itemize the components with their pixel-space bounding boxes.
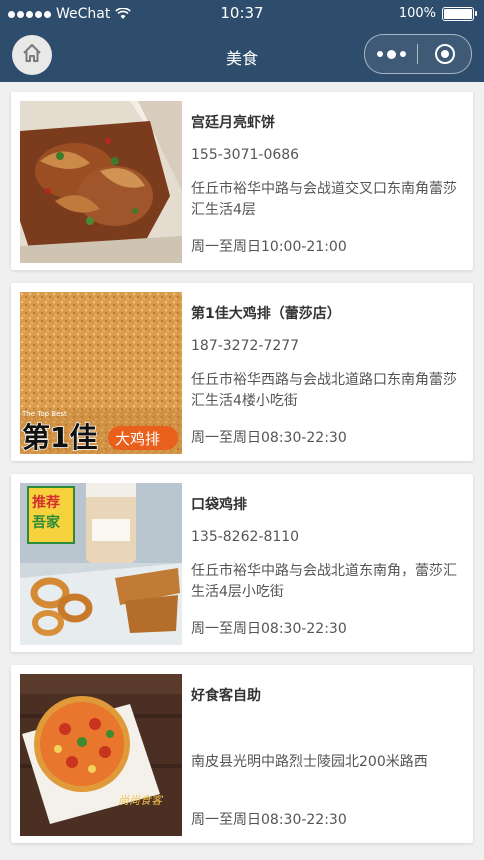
restaurant-hours: 周一至周日10:00-21:00 xyxy=(191,239,347,255)
nav-bar: 美食 xyxy=(0,28,484,82)
restaurant-name: 第1佳大鸡排（蕾莎店） xyxy=(191,306,341,322)
restaurant-name: 好食客自助 xyxy=(191,688,261,704)
restaurant-info: 宫廷月亮虾饼 155-3071-0686 任丘市裕华中路与会战道交叉口东南角蕾莎… xyxy=(191,92,467,270)
battery-percent: 100% xyxy=(398,6,436,21)
restaurant-hours: 周一至周日08:30-22:30 xyxy=(191,621,347,637)
restaurant-name: 宫廷月亮虾饼 xyxy=(191,115,275,131)
shop-tag-text: 推荐 xyxy=(32,494,60,511)
brand-tagline: The Top Best xyxy=(21,410,67,418)
restaurant-address: 任丘市裕华中路与会战北道东南角，蕾莎汇生活4层小吃街 xyxy=(191,563,457,600)
more-icon xyxy=(376,51,383,57)
status-right: 100% xyxy=(398,6,477,21)
restaurant-hours: 周一至周日08:30-22:30 xyxy=(191,812,347,828)
battery-icon xyxy=(442,6,477,21)
close-mini-program-button[interactable] xyxy=(418,35,471,73)
restaurant-photo: 尚尚食客 xyxy=(20,674,182,836)
brand-logo-text: 尚尚食客 xyxy=(118,794,164,807)
restaurant-card[interactable]: 宫廷月亮虾饼 155-3071-0686 任丘市裕华中路与会战道交叉口东南角蕾莎… xyxy=(11,92,473,270)
restaurant-address: 南皮县光明中路烈士陵园北200米路西 xyxy=(191,754,428,770)
restaurant-phone[interactable]: 155-3071-0686 xyxy=(191,147,299,163)
restaurant-photo xyxy=(20,101,182,263)
more-button[interactable] xyxy=(365,35,417,73)
shop-tag-text-2: 吾家 xyxy=(32,514,61,531)
restaurant-phone[interactable]: 135-8262-8110 xyxy=(191,529,299,545)
restaurant-photo: The Top Best 第1佳 大鸡排 xyxy=(20,292,182,454)
brand-sub-text: 大鸡排 xyxy=(115,430,160,448)
brand-logo-text: 第1佳 xyxy=(22,421,97,454)
status-bar: WeChat 10:37 100% xyxy=(0,0,484,28)
restaurant-address: 任丘市裕华西路与会战北道路口东南角蕾莎汇生活4楼小吃街 xyxy=(191,372,457,409)
restaurant-info: 口袋鸡排 135-8262-8110 任丘市裕华中路与会战北道东南角，蕾莎汇生活… xyxy=(191,474,467,652)
restaurant-name: 口袋鸡排 xyxy=(191,497,247,513)
close-mini-program-icon xyxy=(434,44,455,64)
restaurant-info: 第1佳大鸡排（蕾莎店） 187-3272-7277 任丘市裕华西路与会战北道路口… xyxy=(191,283,467,461)
restaurant-photo: 推荐 吾家 xyxy=(20,483,182,645)
restaurant-phone[interactable]: 187-3272-7277 xyxy=(191,338,299,354)
restaurant-info: 好食客自助 南皮县光明中路烈士陵园北200米路西 周一至周日08:30-22:3… xyxy=(191,665,467,843)
restaurant-card[interactable]: 推荐 吾家 口袋鸡排 135-8262-8110 任丘市裕华中路与会战北道东南角… xyxy=(11,474,473,652)
restaurant-address: 任丘市裕华中路与会战道交叉口东南角蕾莎汇生活4层 xyxy=(191,181,457,218)
restaurant-card[interactable]: 尚尚食客 好食客自助 南皮县光明中路烈士陵园北200米路西 周一至周日08:30… xyxy=(11,665,473,843)
restaurant-card[interactable]: The Top Best 第1佳 大鸡排 第1佳大鸡排（蕾莎店） 187-327… xyxy=(11,283,473,461)
restaurant-hours: 周一至周日08:30-22:30 xyxy=(191,430,347,446)
capsule-menu xyxy=(364,34,472,74)
